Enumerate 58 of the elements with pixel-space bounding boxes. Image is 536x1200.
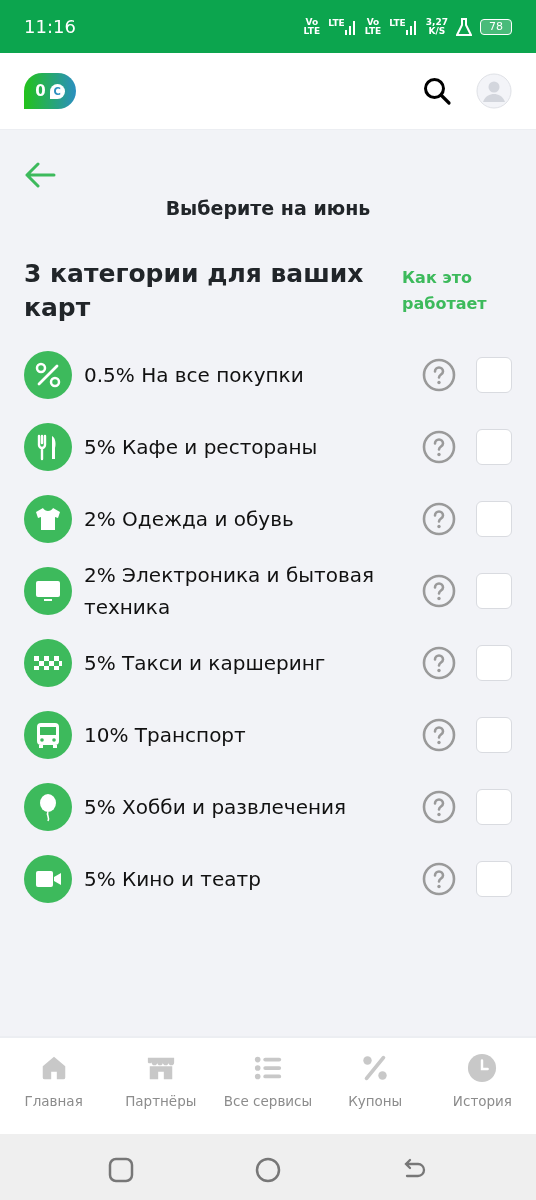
category-checkbox[interactable] <box>476 500 512 537</box>
network-type-label: LTE <box>389 18 406 28</box>
search-icon[interactable] <box>422 76 452 106</box>
category-checkbox[interactable] <box>476 572 512 609</box>
nav-tab[interactable]: Купоны <box>321 1052 429 1134</box>
status-time: 11:16 <box>24 15 76 39</box>
balloon-icon <box>24 782 72 831</box>
percent-icon <box>24 350 72 399</box>
category-label: 5% Такси и каршеринг <box>84 649 327 677</box>
video-camera-icon <box>24 854 72 903</box>
network-type-label: LTE <box>328 18 345 28</box>
help-icon[interactable] <box>422 501 456 536</box>
category-label: 2% Электроника и бытовая техника <box>84 561 375 621</box>
help-icon[interactable] <box>422 861 456 896</box>
category-label: 10% Транспорт <box>84 721 247 749</box>
flask-icon <box>456 17 472 36</box>
back-arrow-icon[interactable] <box>24 162 56 188</box>
home-button-icon[interactable] <box>255 1157 281 1183</box>
clock-icon <box>467 1053 498 1083</box>
checker-pattern-icon <box>24 638 72 687</box>
category-checkbox[interactable] <box>476 788 512 825</box>
help-icon[interactable] <box>422 789 456 824</box>
page-subtitle: Выберите на июнь <box>164 196 372 221</box>
speed-unit: K/S <box>428 26 446 36</box>
signal-icon <box>405 18 418 35</box>
category-label: 2% Одежда и обувь <box>84 505 295 533</box>
category-checkbox[interactable] <box>476 860 512 897</box>
help-icon[interactable] <box>422 645 456 680</box>
category-label: 5% Кафе и рестораны <box>84 433 319 461</box>
category-checkbox[interactable] <box>476 644 512 681</box>
help-icon[interactable] <box>422 429 456 464</box>
how-it-works-link[interactable]: Как это работает <box>402 264 512 317</box>
category-label: 5% Хобби и развлечения <box>84 793 348 821</box>
battery-level: 78 <box>480 18 512 35</box>
signal-icon <box>344 18 357 35</box>
category-checkbox[interactable] <box>476 716 512 753</box>
help-icon[interactable] <box>422 717 456 752</box>
category-label: 0.5% На все покупки <box>84 361 305 389</box>
bus-icon <box>24 710 72 759</box>
nav-tab[interactable]: Главная <box>0 1052 108 1134</box>
category-checkbox[interactable] <box>476 356 512 393</box>
fork-knife-icon <box>24 422 72 471</box>
nav-tab[interactable]: История <box>428 1052 536 1134</box>
category-checkbox[interactable] <box>476 428 512 465</box>
recents-button-icon[interactable] <box>108 1157 135 1183</box>
nav-tab[interactable]: Партнёры <box>107 1052 215 1134</box>
help-icon[interactable] <box>422 573 456 608</box>
app-logo: 0 C <box>24 73 76 109</box>
network-type-label: Vo LTE <box>303 17 321 36</box>
nav-tab[interactable]: Все сервисы <box>214 1052 322 1134</box>
monitor-icon <box>24 566 72 615</box>
help-icon[interactable] <box>422 357 456 392</box>
page-title: 3 категории для ваших карт <box>24 257 365 324</box>
category-label: 5% Кино и театр <box>84 865 262 893</box>
avatar-icon[interactable] <box>476 73 512 109</box>
network-type-label: Vo LTE <box>364 17 382 36</box>
t-shirt-icon <box>24 494 72 543</box>
network-speed: 3,27 <box>425 17 448 27</box>
